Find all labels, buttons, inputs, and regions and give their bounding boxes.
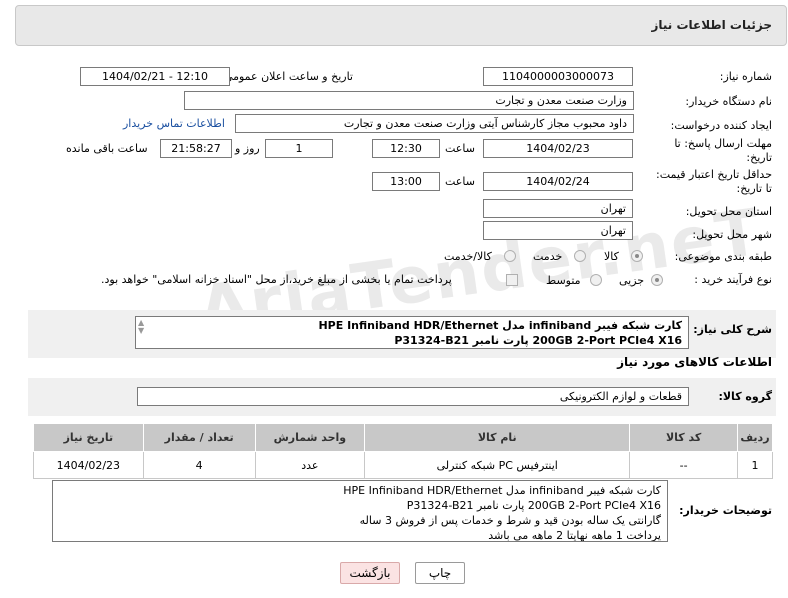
process-radio-minor[interactable] [651, 274, 663, 286]
city-field: تهران [483, 221, 633, 240]
province-field: تهران [483, 199, 633, 218]
announce-label: تاریخ و ساعت اعلان عمومی: [220, 70, 353, 83]
category-radio-service[interactable] [574, 250, 586, 262]
validity-date-field: 1404/02/24 [483, 172, 633, 191]
remaining-label: ساعت باقی مانده [66, 142, 148, 155]
cell-need-date: 1404/02/23 [33, 451, 144, 479]
goods-group-field: قطعات و لوازم الکترونیکی [137, 387, 689, 406]
header-panel: جزئیات اطلاعات نیاز [15, 5, 787, 46]
validity-label-line2: تا تاریخ: [736, 182, 772, 195]
col-header-name: نام کالا [364, 423, 631, 452]
col-header-need-date: تاریخ نیاز [33, 423, 144, 452]
goods-group-label: گروه کالا: [718, 390, 772, 403]
need-number-label: شماره نیاز: [719, 70, 772, 83]
cell-code: -- [629, 451, 738, 479]
description-line-1: کارت شبکه فیبر infiniband مدل HPE Infini… [318, 319, 682, 332]
col-header-row-number: ردیف [736, 423, 774, 452]
cell-unit: عدد [254, 451, 366, 479]
deadline-time-label: ساعت [445, 142, 475, 155]
creator-field: داود محبوب مجاز کارشناس آیتی وزارت صنعت … [235, 114, 634, 133]
description-line-2: 200GB 2-Port PCIe4 X16 پارت نامبر P31324… [394, 334, 682, 347]
days-label: روز و [235, 142, 260, 155]
deadline-label-line1: مهلت ارسال پاسخ: تا [674, 137, 772, 150]
process-radio-medium[interactable] [590, 274, 602, 286]
col-header-quantity: تعداد / مقدار [142, 423, 256, 452]
category-option-goods-service: کالا/خدمت [444, 250, 492, 263]
payment-note: پرداخت تمام یا بخشی از مبلغ خرید،از محل … [101, 273, 452, 286]
category-radio-goods[interactable] [631, 250, 643, 262]
deadline-date-field: 1404/02/23 [483, 139, 633, 158]
payment-checkbox[interactable] [506, 274, 518, 286]
process-option-medium: متوسط [546, 274, 581, 287]
remaining-time-field: 21:58:27 [160, 139, 232, 158]
col-header-code: کد کالا [629, 423, 738, 452]
category-option-goods: کالا [604, 250, 619, 263]
category-radio-goods-service[interactable] [504, 250, 516, 262]
process-label: نوع فرآیند خرید : [694, 273, 772, 286]
table-header-row: ردیف کد کالا نام کالا واحد شمارش تعداد /… [33, 423, 774, 452]
cell-name: اینترفیس PC شبکه کنترلی [364, 451, 631, 479]
buyer-notes-line-3: گارانتی یک ساله بودن قید و شرط و خدمات پ… [359, 514, 661, 527]
buyer-org-field: وزارت صنعت معدن و تجارت [184, 91, 634, 110]
buyer-notes-line-4: پرداخت 1 ماهه نهایتا 2 ماهه می باشد [488, 529, 661, 542]
creator-label: ایجاد کننده درخواست: [670, 119, 772, 132]
buyer-org-label: نام دستگاه خریدار: [685, 95, 772, 108]
cell-quantity: 4 [142, 451, 256, 479]
contact-buyer-link[interactable]: اطلاعات تماس خریدار [123, 117, 225, 130]
buyer-notes-textarea[interactable]: کارت شبکه فیبر infiniband مدل HPE Infini… [52, 480, 668, 542]
cell-row-number: 1 [736, 451, 774, 479]
goods-table: ردیف کد کالا نام کالا واحد شمارش تعداد /… [33, 423, 774, 479]
print-button[interactable]: چاپ [415, 562, 465, 584]
table-row[interactable]: 1 -- اینترفیس PC شبکه کنترلی عدد 4 1404/… [33, 451, 774, 479]
description-textarea[interactable]: کارت شبکه فیبر infiniband مدل HPE Infini… [135, 316, 689, 349]
buyer-notes-line-1: کارت شبکه فیبر infiniband مدل HPE Infini… [343, 484, 661, 497]
scroll-arrows-icon[interactable]: ▲ ▼ [138, 319, 144, 335]
announce-field: 1404/02/21 - 12:10 [80, 67, 230, 86]
back-button[interactable]: بازگشت [340, 562, 400, 584]
province-label: استان محل تحویل: [685, 205, 772, 218]
validity-time-label: ساعت [445, 175, 475, 188]
page-title: جزئیات اطلاعات نیاز [651, 18, 772, 32]
category-label: طبقه بندی موضوعی: [674, 250, 772, 263]
buyer-notes-label: توضیحات خریدار: [679, 504, 772, 517]
col-header-unit: واحد شمارش [254, 423, 366, 452]
buyer-notes-line-2: 200GB 2-Port PCIe4 X16 پارت نامبر P31324… [406, 499, 661, 512]
category-option-service: خدمت [533, 250, 563, 263]
need-number-field: 1104000003000073 [483, 67, 633, 86]
process-option-minor: جزیی [619, 274, 645, 287]
deadline-time-field: 12:30 [372, 139, 440, 158]
validity-time-field: 13:00 [372, 172, 440, 191]
description-label: شرح کلی نیاز: [693, 323, 772, 336]
deadline-label-line2: تاریخ: [746, 151, 772, 164]
validity-label-line1: حداقل تاریخ اعتبار قیمت: [656, 168, 772, 181]
days-field: 1 [265, 139, 333, 158]
goods-section-title: اطلاعات کالاهای مورد نیاز [617, 355, 772, 369]
city-label: شهر محل تحویل: [692, 228, 772, 241]
